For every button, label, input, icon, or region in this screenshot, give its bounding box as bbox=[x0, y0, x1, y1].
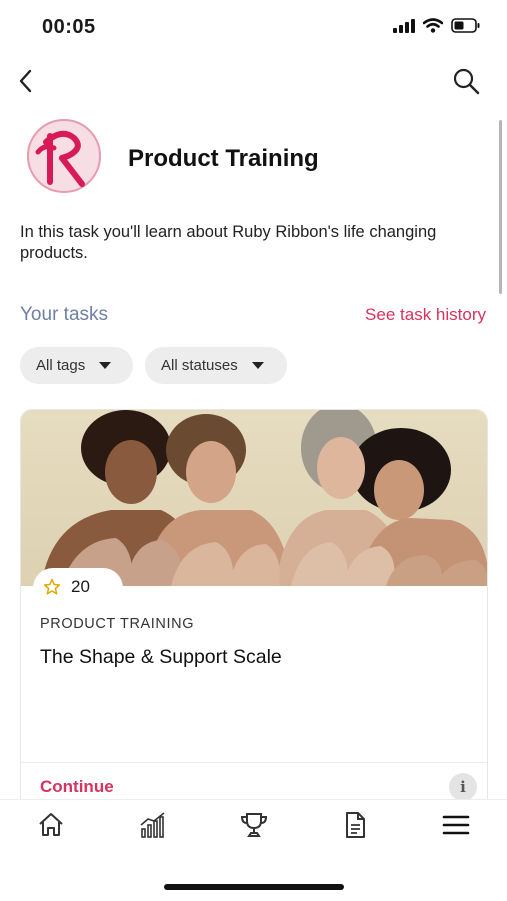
nav-menu[interactable] bbox=[441, 810, 471, 840]
task-description: In this task you'll learn about Ruby Rib… bbox=[20, 223, 437, 262]
signal-icon bbox=[393, 18, 415, 33]
task-card[interactable]: 20 PRODUCT TRAINING The Shape & Support … bbox=[20, 409, 488, 829]
task-category: PRODUCT TRAINING bbox=[40, 616, 195, 632]
stats-icon bbox=[140, 812, 165, 838]
all-statuses-filter[interactable]: All statuses bbox=[145, 347, 287, 384]
battery-icon bbox=[451, 18, 480, 33]
search-icon bbox=[453, 68, 480, 95]
search-button[interactable] bbox=[451, 66, 481, 96]
continue-button[interactable]: Continue bbox=[40, 777, 114, 797]
filter-label: All statuses bbox=[161, 357, 238, 374]
nav-documents[interactable] bbox=[340, 810, 370, 840]
filter-label: All tags bbox=[36, 357, 86, 374]
points-value: 20 bbox=[71, 577, 90, 596]
all-tags-filter[interactable]: All tags bbox=[20, 347, 133, 384]
back-button[interactable] bbox=[12, 66, 42, 96]
divider bbox=[21, 762, 487, 763]
document-icon bbox=[346, 812, 365, 838]
home-indicator bbox=[164, 884, 344, 890]
see-task-history-link[interactable]: See task history bbox=[365, 305, 486, 325]
task-card-image bbox=[21, 410, 487, 586]
home-icon bbox=[39, 813, 63, 836]
points-badge: 20 bbox=[33, 568, 123, 606]
nav-stats[interactable] bbox=[138, 810, 168, 840]
caret-down-icon bbox=[251, 362, 264, 369]
info-icon[interactable]: i bbox=[449, 773, 477, 801]
ruby-ribbon-logo bbox=[24, 116, 104, 196]
trophy-icon bbox=[240, 813, 268, 837]
status-icons bbox=[393, 18, 481, 33]
nav-home[interactable] bbox=[36, 810, 66, 840]
nav-rewards[interactable] bbox=[239, 810, 269, 840]
your-tasks-label: Your tasks bbox=[20, 304, 109, 325]
star-icon bbox=[43, 578, 61, 595]
page-title: Product Training bbox=[128, 145, 319, 172]
caret-down-icon bbox=[99, 362, 112, 369]
task-title: The Shape & Support Scale bbox=[40, 646, 282, 668]
wifi-icon bbox=[423, 18, 443, 33]
menu-icon bbox=[442, 815, 470, 835]
scrollbar[interactable] bbox=[499, 120, 502, 294]
chevron-left-icon bbox=[19, 69, 32, 93]
status-time: 00:05 bbox=[42, 16, 96, 38]
